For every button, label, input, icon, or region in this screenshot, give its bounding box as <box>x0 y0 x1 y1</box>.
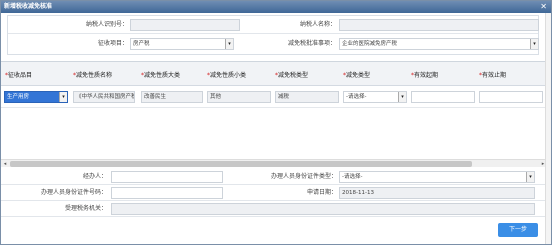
agent-label: 经办人： <box>82 173 107 180</box>
relief-basis-value: 企业的医院减免房产税 <box>342 41 398 47</box>
relief-name-cell[interactable]: 《中华人民共和国房产税 <box>73 91 135 103</box>
relief-basis-select[interactable]: 企业的医院减免房产税 ▾ <box>339 38 539 50</box>
relief-basis-label: 减免税批准事项： <box>287 40 336 47</box>
tax-office-field <box>111 203 535 215</box>
scroll-left-icon[interactable]: ◂ <box>1 160 9 168</box>
apply-date-field: 2018-11-13 <box>339 187 535 199</box>
levy-item-label: 征收项目： <box>97 40 128 47</box>
vertical-scrollbar[interactable] <box>545 13 551 244</box>
form-row-levy: 征收项目： 房产税 ▾ 减免税批准事项： 企业的医院减免房产税 ▾ <box>8 35 539 53</box>
form-row-id-no: 办理人员身份证件号码： 申请日期： 2018-11-13 <box>1 185 547 201</box>
chevron-down-icon[interactable]: ▾ <box>398 92 406 102</box>
agent-id-no-field[interactable] <box>111 187 223 199</box>
header-valid-from: *有效起期 <box>411 72 439 79</box>
taxpayer-id-label: 纳税人识别号： <box>85 21 128 28</box>
dialog-titlebar: 新增税收减免核准 ✕ <box>1 1 551 13</box>
levy-item-value: 房产税 <box>133 41 150 47</box>
bottom-form: 经办人： 办理人员身份证件类型： -请选择- ▾ 办理人员身份证件号码： 申请日… <box>1 169 547 219</box>
chevron-down-icon[interactable]: ▾ <box>225 39 233 49</box>
header-relief-tax-type: *减免税类型 <box>275 72 309 79</box>
horizontal-scrollbar[interactable]: ◂ ▸ <box>1 159 547 167</box>
scroll-thumb[interactable] <box>10 161 472 167</box>
relief-minor-cell: 其他 <box>207 91 271 103</box>
chevron-down-icon[interactable]: ▾ <box>526 172 534 182</box>
agent-field[interactable] <box>111 171 223 183</box>
agent-id-type-select[interactable]: -请选择- ▾ <box>339 171 535 183</box>
next-button[interactable]: 下一步 <box>498 223 538 237</box>
levy-item-cell-select[interactable]: 生产用房 ▾ <box>4 91 68 103</box>
header-relief-name: *减免性质名称 <box>73 72 113 79</box>
apply-date-label: 申请日期： <box>306 189 337 196</box>
valid-from-field[interactable] <box>411 91 475 103</box>
relief-type-select[interactable]: -请选择- ▾ <box>343 91 407 103</box>
header-levy-item: *征收品目 <box>5 72 33 79</box>
dialog-title: 新增税收减免核准 <box>4 3 53 10</box>
relief-tax-type-cell: 减税 <box>275 91 339 103</box>
header-valid-to: *有效止期 <box>479 72 507 79</box>
agent-id-type-label: 办理人员身份证件类型： <box>270 173 337 180</box>
header-relief-minor: *减免性质小类 <box>207 72 247 79</box>
valid-to-field[interactable] <box>479 91 543 103</box>
grid-header: *征收品目 *减免性质名称 *减免性质大类 *减免性质小类 *减免税类型 *减免… <box>1 62 547 86</box>
table-row: 生产用房 ▾ 《中华人民共和国房产税 改善民生 其他 减税 -请选择- ▾ <box>1 86 547 108</box>
chevron-down-icon[interactable]: ▾ <box>59 92 67 102</box>
taxpayer-name-label: 纳税人名称： <box>299 21 336 28</box>
relief-major-cell: 改善民生 <box>141 91 203 103</box>
relief-grid: *征收品目 *减免性质名称 *减免性质大类 *减免性质小类 *减免税类型 *减免… <box>1 61 547 161</box>
agent-id-no-label: 办理人员身份证件号码： <box>40 189 107 196</box>
form-row-taxpayer: 纳税人识别号： 纳税人名称： <box>8 16 539 34</box>
taxpayer-name-field[interactable] <box>339 19 539 31</box>
tax-office-label: 受理税务机关： <box>64 205 107 212</box>
relief-dialog: 新增税收减免核准 ✕ 纳税人识别号： 纳税人名称： 征收项目： 房产税 ▾ 减免… <box>0 0 552 245</box>
form-row-agent: 经办人： 办理人员身份证件类型： -请选择- ▾ <box>1 169 547 185</box>
header-relief-major: *减免性质大类 <box>141 72 181 79</box>
close-icon[interactable]: ✕ <box>540 1 547 13</box>
levy-item-select[interactable]: 房产税 ▾ <box>130 38 234 50</box>
top-form: 纳税人识别号： 纳税人名称： 征收项目： 房产税 ▾ 减免税批准事项： 企业的医… <box>7 15 539 55</box>
taxpayer-id-field[interactable] <box>130 19 240 31</box>
form-row-tax-office: 受理税务机关： <box>1 201 547 217</box>
header-relief-type: *减免类型 <box>343 72 371 79</box>
chevron-down-icon[interactable]: ▾ <box>530 39 538 49</box>
